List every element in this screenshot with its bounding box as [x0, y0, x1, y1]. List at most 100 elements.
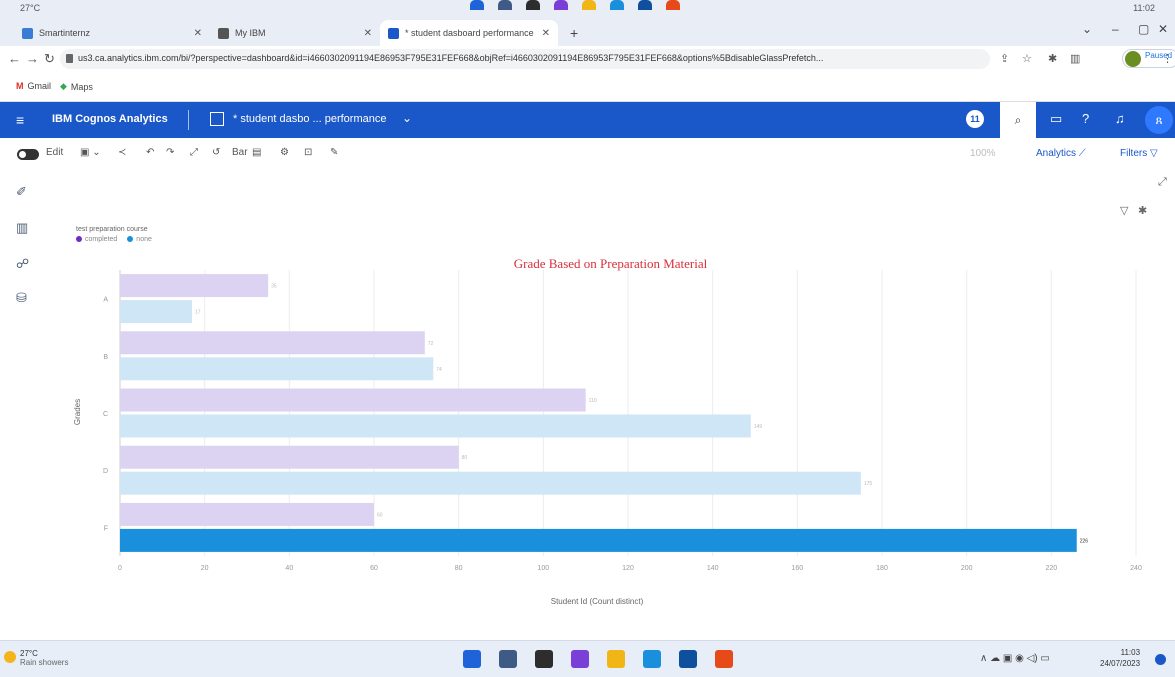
- tab-student-dashboard[interactable]: * student dasboard performance ✕: [380, 20, 558, 46]
- lock-icon: [66, 54, 73, 63]
- bar-chart-icon[interactable]: ▤: [252, 147, 261, 158]
- taskbar-app-icon[interactable]: [715, 650, 733, 668]
- dashboard-canvas: ⤢ ▽ ✱: [46, 172, 1175, 640]
- taskbar-app-icon[interactable]: [463, 650, 481, 668]
- chart-title: Grade Based on Preparation Material: [513, 256, 708, 271]
- taskbar-clock[interactable]: 11:03 24/07/2023: [1100, 647, 1140, 669]
- data-sources-icon[interactable]: ⛁: [16, 290, 27, 306]
- bookmark-maps[interactable]: ◆ Maps: [60, 81, 93, 92]
- os-taskbar: 27°C Rain showers ∧ ☁ ▣ ◉ ◁) ▭ 11:03 24/…: [0, 640, 1175, 677]
- back-icon[interactable]: ←: [8, 51, 21, 66]
- save-icon[interactable]: ▣ ⌄: [80, 147, 101, 158]
- browser-tab-strip: 27°C 11:02 Smartinternz ✕ My IBM ✕ * stu…: [0, 0, 1175, 46]
- extensions-icon[interactable]: ✱: [1048, 52, 1057, 65]
- rotate-icon[interactable]: ↺: [212, 147, 220, 158]
- header-divider: [188, 110, 189, 130]
- minimize-button[interactable]: –: [1112, 22, 1119, 36]
- notification-icon[interactable]: [1155, 654, 1166, 665]
- ibm-icon: [218, 27, 229, 39]
- taskbar-app-icon[interactable]: [643, 650, 661, 668]
- filters-button[interactable]: Filters ▽: [1120, 148, 1158, 159]
- os-clock-mini: 11:02: [1133, 3, 1155, 13]
- close-tab-icon[interactable]: ✕: [194, 28, 202, 39]
- smartinternz-icon: [22, 27, 33, 39]
- expand-icon[interactable]: ⤢: [1158, 176, 1167, 189]
- taskbar-app-icon[interactable]: [535, 650, 553, 668]
- search-icon[interactable]: ⌕: [1000, 102, 1036, 138]
- gear-icon[interactable]: ⚙: [280, 147, 289, 158]
- notifications-badge[interactable]: 11: [966, 110, 984, 128]
- url-field[interactable]: us3.ca.analytics.ibm.com/bi/?perspective…: [60, 49, 990, 69]
- edit-label[interactable]: Edit: [46, 147, 63, 158]
- help-icon[interactable]: ?: [1082, 111, 1089, 126]
- chat-icon[interactable]: ▭: [1050, 111, 1062, 127]
- taskbar-app-icon[interactable]: [499, 650, 517, 668]
- restore-button[interactable]: ▢: [1138, 22, 1149, 36]
- taskbar-app-icon[interactable]: [679, 650, 697, 668]
- chevron-down-icon[interactable]: ⌄: [1082, 22, 1092, 36]
- chevron-down-icon[interactable]: ⌄: [402, 111, 412, 125]
- pin-icon[interactable]: ✎: [330, 147, 338, 158]
- menu-icon[interactable]: ≡: [16, 112, 24, 128]
- bookmarks-bar: M Gmail ◆ Maps: [0, 72, 1175, 102]
- cognos-icon: [388, 27, 399, 39]
- bell-icon[interactable]: ♫: [1115, 111, 1125, 126]
- filter-icon: ▽: [1150, 148, 1158, 159]
- filter-icon[interactable]: ▽: [1120, 204, 1128, 217]
- more-vert-icon[interactable]: ⋮: [1162, 52, 1173, 65]
- visualizations-icon[interactable]: ▥: [16, 220, 28, 236]
- dashboard-toolbar: Edit ▣ ⌄ ≺ ↶ ↷ ⤢ ↺ Bar ▤ ⚙ ⊡ ✎ 100% Anal…: [0, 138, 1175, 172]
- settings-icon[interactable]: ✱: [1138, 204, 1147, 217]
- gmail-icon: M: [16, 81, 24, 91]
- left-rail: ✐ ▥ ☍ ⛁: [0, 172, 46, 640]
- sidebar-icon[interactable]: ▥: [1070, 52, 1080, 65]
- legend-item-completed[interactable]: completed: [76, 236, 117, 243]
- link-icon[interactable]: ☍: [16, 256, 29, 272]
- maps-icon: ◆: [60, 81, 67, 91]
- undo-icon[interactable]: ↶: [146, 147, 154, 158]
- system-tray[interactable]: ∧ ☁ ▣ ◉ ◁) ▭: [980, 653, 1050, 664]
- pin-icon[interactable]: ✐: [16, 184, 27, 200]
- forward-icon[interactable]: →: [26, 51, 39, 66]
- taskbar-apps: [463, 650, 733, 668]
- viz-type-label[interactable]: Bar: [232, 147, 248, 158]
- tab-label: Smartinternz: [39, 28, 91, 38]
- zoom-level: 100%: [970, 148, 996, 159]
- taskbar-weather[interactable]: 27°C Rain showers: [20, 649, 68, 667]
- analytics-button[interactable]: Analytics ⟋: [1036, 148, 1086, 159]
- tab-label: My IBM: [235, 28, 266, 38]
- user-icon[interactable]: ጸ: [1145, 106, 1173, 134]
- tab-label: * student dasboard performance: [405, 28, 534, 38]
- weather-icon: [4, 651, 16, 663]
- address-bar-row: ← → ↻ us3.ca.analytics.ibm.com/bi/?persp…: [0, 46, 1175, 72]
- url-text: us3.ca.analytics.ibm.com/bi/?perspective…: [78, 53, 824, 63]
- close-tab-icon[interactable]: ✕: [542, 28, 550, 39]
- star-icon[interactable]: ☆: [1022, 52, 1032, 65]
- edit-toggle[interactable]: [17, 149, 39, 160]
- brand-name: IBM Cognos Analytics: [52, 113, 168, 125]
- avatar: [1125, 51, 1141, 67]
- close-tab-icon[interactable]: ✕: [364, 28, 372, 39]
- redo-icon[interactable]: ↷: [166, 147, 174, 158]
- app-header: ≡ IBM Cognos Analytics * student dasbo .…: [0, 102, 1175, 138]
- os-taskbar-ghost: [470, 0, 680, 16]
- dashboard-title[interactable]: * student dasbo ... performance: [233, 113, 386, 125]
- chart-line-icon: ⟋: [1078, 148, 1086, 159]
- reload-icon[interactable]: ↻: [44, 51, 55, 67]
- crop-icon[interactable]: ⊡: [304, 147, 312, 158]
- bookmark-gmail[interactable]: M Gmail: [16, 81, 51, 91]
- share-icon[interactable]: ⇪: [1000, 52, 1009, 65]
- close-window-button[interactable]: ✕: [1158, 22, 1168, 36]
- tab-my-ibm[interactable]: My IBM ✕: [210, 20, 380, 46]
- expand-icon[interactable]: ⤢: [190, 147, 198, 158]
- legend-title: test preparation course: [76, 226, 148, 233]
- chart-legend: completed none: [76, 236, 152, 243]
- share-icon[interactable]: ≺: [118, 147, 126, 158]
- taskbar-app-icon[interactable]: [607, 650, 625, 668]
- taskbar-app-icon[interactable]: [571, 650, 589, 668]
- legend-item-none[interactable]: none: [127, 236, 152, 243]
- new-tab-button[interactable]: +: [562, 20, 586, 46]
- tab-smartinternz[interactable]: Smartinternz ✕: [14, 20, 210, 46]
- dashboard-icon: [210, 112, 224, 126]
- os-weather-mini: 27°C: [20, 3, 41, 13]
